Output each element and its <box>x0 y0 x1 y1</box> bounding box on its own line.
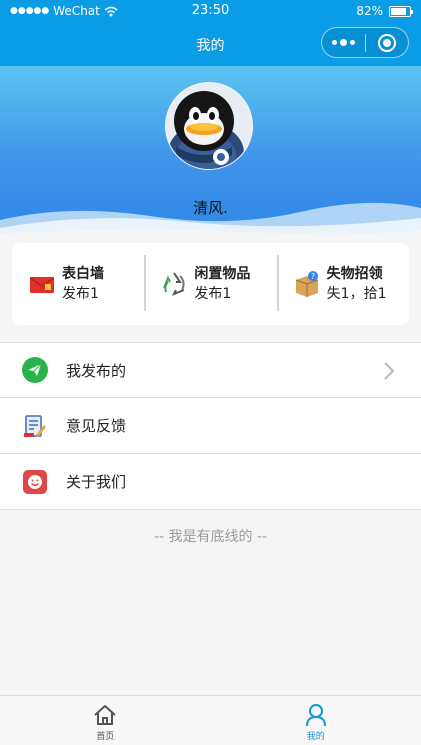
wave-decoration <box>0 202 421 238</box>
stat-idle-items[interactable]: 闲置物品 发布1 <box>144 243 276 325</box>
stat-count: 失1，拾1 <box>326 286 387 302</box>
tab-bar: 首页 我的 <box>0 695 421 745</box>
recycle-icon <box>163 272 185 296</box>
stat-title: 表白墙 <box>62 266 104 282</box>
menu-item-feedback[interactable]: 意见反馈 <box>0 398 421 454</box>
stat-lost-found[interactable]: ? 失物招领 失1，拾1 <box>276 243 409 325</box>
stat-confession-wall[interactable]: 表白墙 发布1 <box>12 243 144 325</box>
box-icon: ? <box>295 271 318 297</box>
stat-title: 失物招领 <box>326 266 383 282</box>
tab-label: 我的 <box>306 732 325 742</box>
home-icon <box>94 705 116 725</box>
feedback-icon <box>24 414 46 437</box>
person-icon <box>305 704 326 727</box>
menu-item-my-posts[interactable]: 我发布的 <box>0 342 421 398</box>
status-bar: ●●●●● WeChat 23:50 82% <box>0 0 421 22</box>
tab-label: 首页 <box>96 732 115 742</box>
end-of-list-note: -- 我是有底线的 -- <box>153 529 268 545</box>
menu-item-label: 意见反馈 <box>66 417 127 435</box>
svg-text:?: ? <box>311 272 315 281</box>
menu-item-label: 关于我们 <box>66 473 127 491</box>
avatar[interactable] <box>165 82 253 170</box>
menu-item-about-us[interactable]: 关于我们 <box>0 454 421 510</box>
stat-title: 闲置物品 <box>194 266 251 282</box>
stat-count: 发布1 <box>194 286 232 302</box>
nav-bar: 我的 <box>0 22 421 66</box>
stats-card: 表白墙 发布1 闲置物品 发布1 ? 失物招领 失1，拾1 <box>12 243 409 325</box>
status-bar-right: 82% <box>356 4 413 18</box>
close-icon <box>377 33 396 52</box>
battery-percent: 82% <box>356 4 383 18</box>
penguin-avatar-icon <box>166 83 252 169</box>
more-button[interactable] <box>322 39 365 46</box>
mini-program-capsule <box>321 27 409 58</box>
close-button[interactable] <box>366 33 409 52</box>
tab-mine[interactable]: 我的 <box>211 696 421 745</box>
smile-icon <box>23 469 47 494</box>
menu-item-label: 我发布的 <box>66 361 127 380</box>
paper-plane-icon <box>22 357 48 383</box>
tab-home[interactable]: 首页 <box>0 696 211 745</box>
stat-count: 发布1 <box>62 286 99 302</box>
envelope-icon <box>29 277 55 293</box>
menu-list: 我发布的 意见反馈 关于我们 <box>0 342 421 510</box>
battery-icon <box>389 5 413 17</box>
chevron-right-icon <box>384 362 395 380</box>
profile-header: 清风. <box>0 66 421 238</box>
